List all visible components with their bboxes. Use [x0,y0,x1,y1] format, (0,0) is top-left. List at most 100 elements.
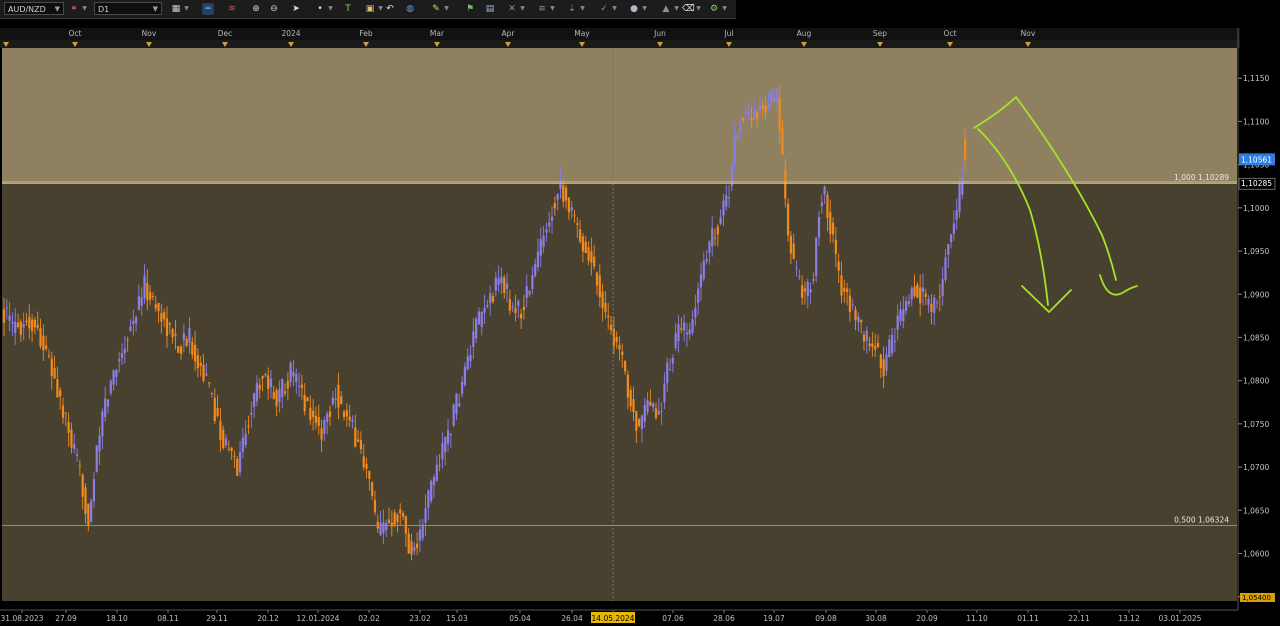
candle-body [194,344,197,362]
date-tick-label: 02.02 [358,614,380,623]
candle-body [587,247,590,261]
candle-body [289,362,292,383]
candle-body [882,359,885,377]
fib-level-label: 1,000 1,10289 [1174,173,1229,182]
candle-body [497,278,500,285]
candle-body [137,296,140,311]
candle-body [331,397,334,405]
candle [236,456,239,477]
candle-body [579,229,582,242]
candle-body [699,274,703,288]
candle-body [680,328,683,330]
candle-body [851,304,854,306]
date-tick-label: 26.04 [561,614,583,623]
candle-body [590,251,593,263]
candle-body [809,289,812,293]
candle-body [31,319,34,331]
candle-body [632,399,635,413]
candle-body [19,321,22,335]
candle-body [789,235,792,254]
candle-body [247,425,250,427]
candle-body [817,216,821,238]
date-tick-label: 18.10 [106,614,128,623]
candle-body [671,358,674,364]
candle-body [205,373,208,376]
candle-body [286,380,289,389]
candle-body [806,281,809,297]
candle-body [396,514,399,522]
candle-body [941,279,944,297]
candle-body [160,313,163,322]
candle-body [668,369,672,371]
candle [95,445,98,473]
candle-body [601,291,604,309]
candle-body [857,316,860,323]
candle-body [84,487,87,515]
candle-body [643,404,646,422]
candle-body [528,290,531,295]
candle-body [281,379,284,398]
candle-body [362,456,365,468]
candle-body [548,222,551,227]
candle-body [865,330,868,341]
date-tick-label: 07.06 [662,614,684,623]
date-tick-label: 27.09 [55,614,77,623]
candle-body [95,445,98,473]
price-chart[interactable]: 1,000 1,10289 0,500 1,06324 1,1150 1,1100 1,… [0,0,1280,626]
candle-body [595,272,599,286]
candle-body [224,438,228,446]
date-tick-label: 13.12 [1118,614,1140,623]
date-axis-strip [0,28,1240,41]
candle-body [264,374,267,376]
candle-body [101,411,104,437]
candle-body [503,277,506,294]
candle-body [649,401,652,406]
candle-body [753,110,756,120]
month-label: Mar [430,29,445,38]
candle-body [559,179,562,189]
month-label: May [574,29,590,38]
price-tick-label: 1,0600 [1243,549,1269,558]
date-tick-label: 09.08 [815,614,837,623]
candle-body [385,522,388,531]
candle-body [14,322,17,333]
candle-body [694,307,697,318]
candle-body [416,543,419,549]
candle-body [36,324,39,328]
candle-body [33,319,37,328]
candle-body [365,463,368,469]
candle-body [567,197,570,213]
candle-body [45,345,48,349]
candle-body [638,419,641,426]
candle-body [711,228,714,247]
candle-body [576,223,579,225]
candle-body [621,351,624,355]
candle-body [227,449,230,451]
candle-body [253,393,256,407]
candle-body [531,275,534,290]
date-tick-label: 11.10 [966,614,988,623]
date-tick-label: 30.08 [865,614,887,623]
price-tick-label: 1,1100 [1243,117,1269,126]
highlighted-date-label: 14.05.2024 [592,614,635,623]
candle-body [241,437,244,452]
candle-body [944,257,947,280]
date-tick-label: 03.01.2025 [1159,614,1202,623]
candle-body [683,322,686,331]
date-tick-label: 28.06 [713,614,735,623]
price-tick-label: 1,0900 [1243,290,1269,299]
candle-body [452,404,455,426]
candle-body [326,413,329,423]
month-label: Jul [723,29,733,38]
date-tick-label: 20.09 [916,614,938,623]
candle-body [812,278,815,281]
candle-body [368,470,371,479]
candle-body [98,435,101,452]
candle-body [742,118,745,121]
candle-body [393,512,396,526]
candle-body [688,329,691,335]
candle-body [146,282,149,301]
candle-body [303,394,306,412]
candle-body [553,203,556,209]
candle-body [772,97,776,102]
